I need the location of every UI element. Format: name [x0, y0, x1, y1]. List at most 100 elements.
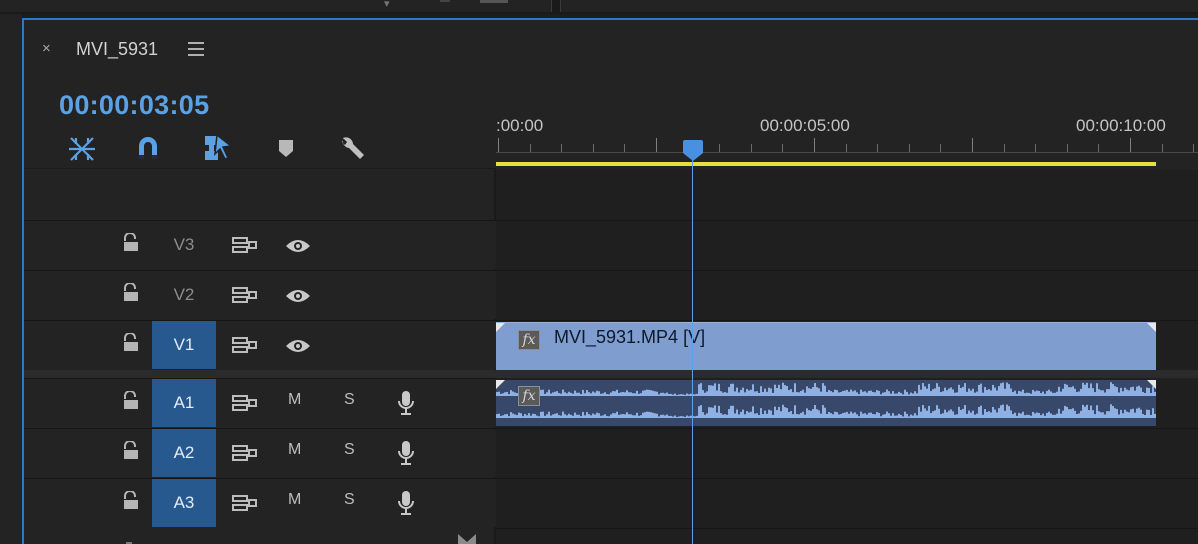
waveform-sample — [830, 391, 832, 396]
mute-track-button[interactable]: M — [288, 391, 301, 409]
waveform-sample — [974, 392, 976, 396]
waveform-sample — [862, 391, 864, 396]
waveform-sample — [1078, 413, 1080, 418]
close-icon[interactable]: × — [42, 40, 51, 57]
eye-icon[interactable] — [284, 288, 312, 309]
waveform-sample — [722, 392, 724, 396]
waveform-sample — [1132, 386, 1134, 396]
track-header-v2[interactable]: V2 — [24, 270, 496, 319]
playhead-line[interactable] — [692, 160, 693, 544]
audio-clip[interactable]: fx — [496, 380, 1156, 426]
waveform-sample — [998, 408, 1000, 418]
track-header-a3[interactable]: A3 M S — [24, 478, 496, 527]
waveform-sample — [698, 384, 700, 396]
time-ruler[interactable]: :00:00 00:00:05:00 00:00:10:00 — [496, 110, 1198, 168]
track-name-a2[interactable]: A2 — [152, 429, 216, 477]
lock-open-icon[interactable] — [122, 390, 140, 416]
waveform-sample — [508, 416, 510, 418]
sync-lock-icon[interactable] — [232, 236, 258, 259]
waveform-sample — [846, 411, 848, 418]
track-header-a2[interactable]: A2 M S — [24, 428, 496, 477]
partial-control[interactable] — [480, 0, 508, 3]
playhead-handle[interactable] — [682, 140, 704, 162]
lock-open-icon[interactable] — [122, 490, 140, 516]
eye-icon[interactable] — [284, 338, 312, 359]
waveform-sample — [962, 408, 964, 418]
waveform-sample — [812, 387, 814, 396]
sync-lock-icon[interactable] — [232, 286, 258, 309]
waveform-sample — [1090, 383, 1092, 396]
audio-video-divider[interactable] — [496, 370, 1198, 378]
fx-badge-icon[interactable]: fx — [518, 330, 540, 350]
lock-open-icon[interactable] — [122, 282, 140, 308]
sync-lock-icon[interactable] — [232, 336, 258, 359]
lock-open-icon[interactable] — [122, 332, 140, 358]
lock-open-icon[interactable] — [122, 232, 140, 258]
insert-overwrite-icon[interactable] — [64, 130, 100, 166]
linked-selection-icon[interactable] — [199, 130, 235, 166]
sequence-tab-title[interactable]: MVI_5931 — [76, 39, 158, 60]
track-header-a1[interactable]: A1 M S — [24, 378, 496, 427]
panel-menu-icon[interactable] — [188, 42, 204, 60]
track-header-v1[interactable]: V1 — [24, 320, 496, 369]
waveform-sample — [934, 388, 936, 396]
microphone-icon[interactable] — [396, 439, 416, 472]
waveform-sample — [630, 392, 632, 396]
waveform-sample — [556, 391, 558, 396]
sync-lock-icon[interactable] — [232, 494, 258, 517]
playhead-timecode[interactable]: 00:00:03:05 — [59, 90, 209, 121]
ruler-tick — [750, 144, 752, 152]
audio-video-divider-header[interactable] — [24, 370, 496, 378]
video-clip[interactable]: fx MVI_5931.MP4 [V] — [496, 322, 1156, 370]
waveform-sample — [552, 414, 554, 418]
microphone-icon[interactable] — [396, 489, 416, 522]
timeline-settings-wrench-icon[interactable] — [334, 130, 370, 166]
waveform-sample — [670, 393, 672, 396]
waveform-sample — [880, 394, 882, 396]
waveform-sample — [714, 383, 716, 396]
mute-track-button[interactable]: M — [288, 491, 301, 509]
eye-icon[interactable] — [284, 238, 312, 259]
collapse-tracks-icon[interactable] — [456, 532, 478, 544]
waveform-sample — [892, 413, 894, 418]
sync-lock-icon[interactable] — [232, 444, 258, 467]
waveform-sample — [832, 392, 834, 396]
waveform-sample — [1098, 411, 1100, 418]
waveform-sample — [1080, 410, 1082, 418]
waveform-sample — [1120, 409, 1122, 418]
waveform-sample — [966, 391, 968, 396]
track-name-v3[interactable]: V3 — [152, 221, 216, 269]
snap-magnet-icon[interactable] — [130, 130, 166, 166]
mute-track-button[interactable]: M — [288, 441, 301, 459]
fx-badge-icon[interactable]: fx — [518, 386, 540, 406]
waveform-sample — [740, 389, 742, 396]
waveform-sample — [780, 389, 782, 396]
sync-lock-icon[interactable] — [232, 394, 258, 417]
waveform-sample — [816, 387, 818, 396]
microphone-icon[interactable] — [396, 389, 416, 422]
track-name-v1[interactable]: V1 — [152, 321, 216, 369]
waveform-sample — [576, 414, 578, 418]
waveform-sample — [820, 391, 822, 396]
waveform-sample — [790, 389, 792, 396]
waveform-sample — [1008, 406, 1010, 418]
lock-open-icon[interactable] — [122, 440, 140, 466]
waveform-sample — [1104, 392, 1106, 396]
waveform-sample — [1088, 388, 1090, 396]
solo-track-button[interactable]: S — [344, 391, 355, 409]
work-area-bar[interactable] — [496, 162, 1156, 166]
waveform-sample — [610, 392, 612, 396]
waveform-sample — [832, 414, 834, 418]
add-marker-icon[interactable] — [268, 130, 304, 166]
waveform-sample — [836, 412, 838, 418]
waveform-sample — [1032, 411, 1034, 418]
track-header-v3[interactable]: V3 — [24, 220, 496, 269]
waveform-sample — [1066, 384, 1068, 396]
track-name-v2[interactable]: V2 — [152, 271, 216, 319]
ruler-tick — [529, 144, 531, 152]
solo-track-button[interactable]: S — [344, 441, 355, 459]
dropdown-arrow-icon[interactable]: ▾ — [384, 0, 390, 10]
solo-track-button[interactable]: S — [344, 491, 355, 509]
track-name-a3[interactable]: A3 — [152, 479, 216, 527]
track-name-a1[interactable]: A1 — [152, 379, 216, 427]
